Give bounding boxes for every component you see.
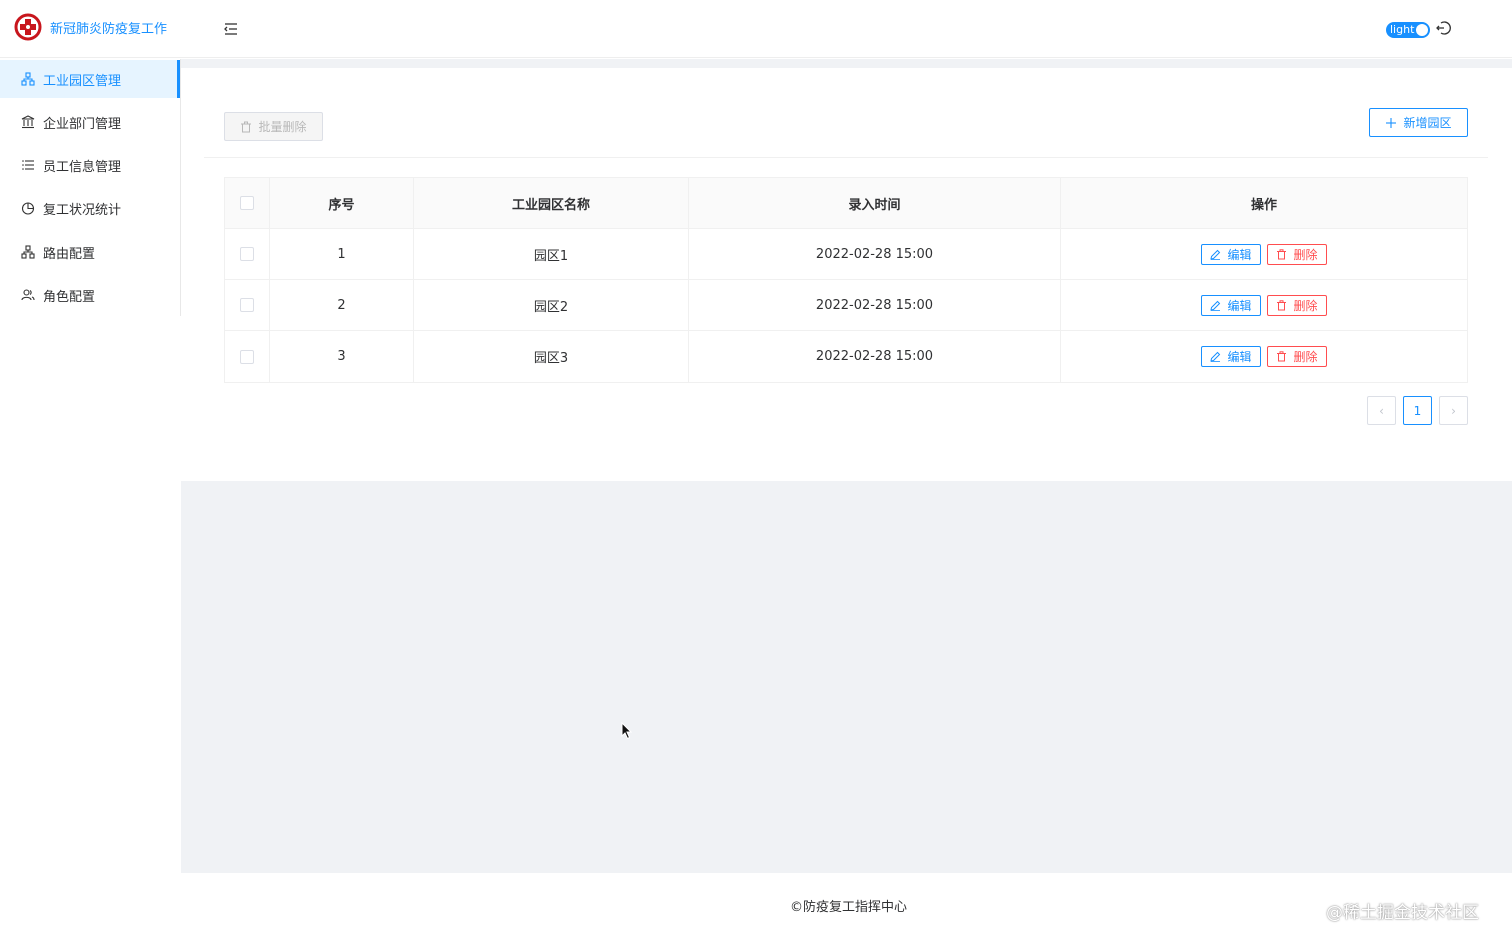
row-time: 2022-02-28 15:00 (689, 331, 1061, 382)
edit-icon (1210, 351, 1221, 362)
toolbar-divider (204, 157, 1488, 158)
trash-icon (1277, 299, 1287, 310)
top-header: 新冠肺炎防疫复工作 light (0, 0, 1512, 58)
table-row: 3 园区3 2022-02-28 15:00 编辑 删除 (225, 331, 1467, 382)
pagination-prev-button[interactable]: ‹ (1367, 396, 1396, 425)
sidebar-item-label: 企业部门管理 (43, 116, 122, 132)
edit-icon (1210, 300, 1221, 311)
row-time: 2022-02-28 15:00 (689, 280, 1061, 330)
sidebar-item-route-config[interactable]: 路由配置 (0, 233, 180, 271)
row-index: 1 (270, 229, 414, 279)
select-all-checkbox[interactable] (240, 196, 254, 210)
row-time: 2022-02-28 15:00 (689, 229, 1061, 279)
table-row: 1 园区1 2022-02-28 15:00 编辑 删除 (225, 229, 1467, 280)
delete-button[interactable]: 删除 (1267, 346, 1327, 367)
pagination-page-1[interactable]: 1 (1403, 396, 1432, 425)
watermark: @稀土掘金技术社区 (1326, 903, 1479, 923)
footer-copyright: ©防疫复工指挥中心 (790, 900, 908, 915)
sidebar-item-resumption-stats[interactable]: 复工状况统计 (0, 189, 180, 227)
row-checkbox[interactable] (240, 298, 254, 312)
delete-label: 删除 (1293, 298, 1318, 313)
row-name: 园区1 (414, 229, 689, 279)
row-checkbox[interactable] (240, 247, 254, 261)
edit-label: 编辑 (1227, 298, 1252, 313)
delete-button[interactable]: 删除 (1267, 243, 1327, 265)
edit-label: 编辑 (1227, 350, 1252, 364)
delete-button[interactable]: 删除 (1267, 294, 1327, 316)
team-icon (21, 289, 35, 301)
sidebar-item-label: 工业园区管理 (43, 73, 122, 89)
row-actions: 编辑 删除 (1061, 280, 1467, 330)
pie-chart-icon (21, 202, 35, 215)
theme-toggle-label: light (1390, 23, 1415, 36)
menu-fold-icon[interactable] (222, 20, 240, 38)
header-select-cell (225, 178, 270, 228)
trash-icon (241, 121, 252, 132)
edit-button[interactable]: 编辑 (1201, 346, 1261, 367)
batch-delete-label: 批量删除 (258, 120, 307, 134)
sidebar-item-industrial-park[interactable]: 工业园区管理 (0, 60, 180, 98)
cluster-icon (21, 245, 35, 259)
cluster-icon (21, 72, 35, 86)
list-icon (22, 160, 34, 170)
edit-icon (1210, 249, 1221, 260)
edit-button[interactable]: 编辑 (1201, 243, 1261, 265)
sidebar-item-employee-info[interactable]: 员工信息管理 (0, 146, 180, 184)
row-name: 园区3 (414, 331, 689, 382)
row-actions: 编辑 删除 (1061, 229, 1467, 279)
pagination-next-button[interactable]: › (1439, 396, 1468, 425)
table-row: 2 园区2 2022-02-28 15:00 编辑 删除 (225, 280, 1467, 331)
add-park-label: 新增园区 (1403, 116, 1452, 130)
trash-icon (1277, 248, 1287, 259)
toggle-knob (1416, 24, 1428, 36)
edit-label: 编辑 (1227, 247, 1252, 262)
red-cross-logo-icon (14, 13, 42, 41)
sidebar-item-label: 复工状况统计 (43, 202, 122, 218)
column-header-index: 序号 (270, 178, 414, 228)
delete-label: 删除 (1293, 247, 1318, 262)
column-header-actions: 操作 (1250, 197, 1277, 213)
sidebar-item-enterprise-department[interactable]: 企业部门管理 (0, 103, 180, 141)
edit-button[interactable]: 编辑 (1201, 294, 1261, 316)
delete-label: 删除 (1293, 350, 1318, 364)
table-header-row: 序号 工业园区名称 录入时间 操作 (225, 178, 1467, 229)
sidebar-item-role-config[interactable]: 角色配置 (0, 276, 180, 314)
row-index: 3 (270, 331, 414, 382)
trash-icon (1277, 351, 1287, 362)
theme-toggle[interactable]: light (1386, 22, 1430, 38)
bank-icon (21, 115, 35, 129)
batch-delete-button[interactable]: 批量删除 (224, 112, 323, 141)
sidebar-item-label: 路由配置 (43, 246, 96, 262)
logout-icon[interactable] (1435, 20, 1451, 36)
row-index: 2 (270, 280, 414, 330)
column-header-name: 工业园区名称 (414, 178, 689, 228)
row-checkbox[interactable] (240, 349, 254, 364)
column-header-time: 录入时间 (689, 178, 1061, 228)
row-select-cell (225, 331, 270, 382)
plus-icon (1386, 117, 1397, 128)
sidebar-item-label: 角色配置 (43, 289, 96, 305)
mouse-cursor-icon (621, 722, 633, 740)
row-name: 园区2 (414, 280, 689, 330)
app-title: 新冠肺炎防疫复工作 (50, 22, 168, 37)
row-select-cell (225, 280, 270, 330)
add-park-button[interactable]: 新增园区 (1369, 108, 1468, 137)
park-table: 序号 工业园区名称 录入时间 操作 1 园区1 2022-02-28 15:00… (224, 177, 1468, 383)
sidebar-item-label: 员工信息管理 (43, 159, 122, 175)
row-select-cell (225, 229, 270, 279)
row-actions: 编辑 删除 (1061, 331, 1467, 382)
